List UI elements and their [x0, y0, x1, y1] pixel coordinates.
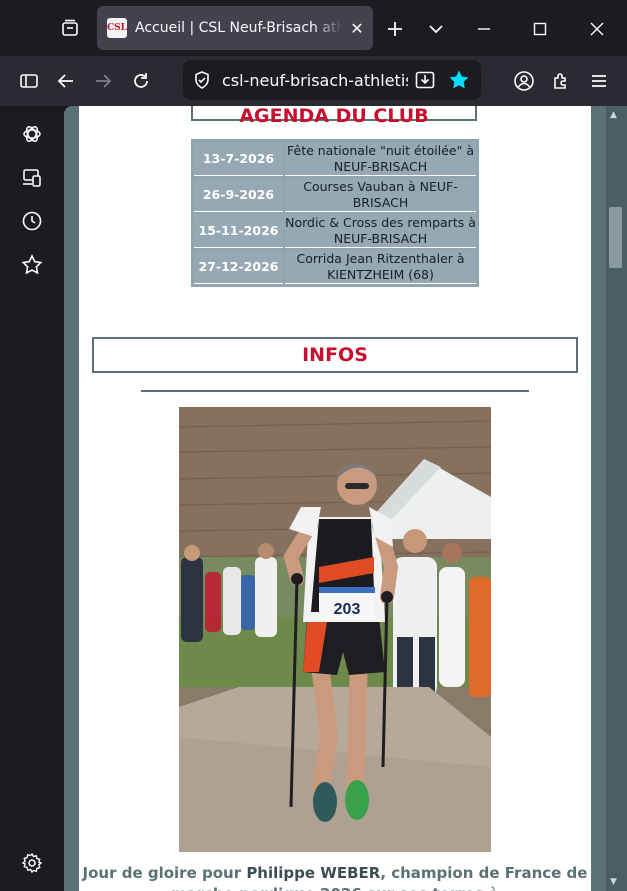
agenda-date: 26-9-2026: [194, 178, 283, 212]
horizontal-divider: [141, 390, 529, 392]
scroll-thumb[interactable]: [609, 207, 622, 268]
navigation-toolbar: csl-neuf-brisach-athletisme.fr: [0, 56, 627, 106]
scroll-down-icon[interactable]: ▼: [610, 877, 617, 887]
reload-icon[interactable]: [129, 69, 153, 93]
tab-close-icon[interactable]: ✕: [347, 19, 367, 38]
extensions-icon[interactable]: [549, 69, 573, 93]
history-icon[interactable]: [20, 209, 44, 233]
scroll-up-icon[interactable]: ▲: [610, 110, 617, 120]
tab-title: Accueil | CSL Neuf-Brisach athlétisme: [135, 20, 343, 36]
agenda-row: 26-9-2026 Courses Vauban à NEUF-BRISACH: [194, 178, 476, 212]
ai-chatbot-icon[interactable]: [20, 122, 44, 146]
agenda-event: Fête nationale "nuit étoilée" à NEUF-BRI…: [285, 142, 476, 176]
download-page-icon[interactable]: [414, 69, 436, 91]
infos-heading: INFOS: [302, 344, 368, 366]
agenda-event: Courses Vauban à NEUF-BRISACH: [285, 178, 476, 212]
web-content: AGENDA DU CLUB 13-7-2026 Fête nationale …: [64, 106, 627, 891]
agenda-date: 27-12-2026: [194, 250, 283, 284]
synced-tabs-icon[interactable]: [20, 166, 44, 190]
agenda-heading-box: AGENDA DU CLUB: [191, 106, 477, 126]
url-bar[interactable]: csl-neuf-brisach-athletisme.fr: [183, 60, 481, 100]
tab-manager-icon[interactable]: [58, 16, 82, 40]
bookmark-star-icon[interactable]: [448, 69, 470, 91]
forward-icon[interactable]: [91, 69, 115, 93]
bookmarks-icon[interactable]: [20, 253, 44, 277]
agenda-row: 15-11-2026 Nordic & Cross des remparts à…: [194, 214, 476, 248]
window-close-icon[interactable]: [586, 18, 608, 40]
menu-icon[interactable]: [587, 69, 611, 93]
back-icon[interactable]: [54, 69, 78, 93]
page-body: AGENDA DU CLUB 13-7-2026 Fête nationale …: [79, 106, 591, 891]
sidebar-toggle-icon[interactable]: [17, 69, 41, 93]
sidebar: [0, 106, 64, 891]
caption-name: Philippe WEBER: [246, 864, 381, 882]
tab-strip: CSL Accueil | CSL Neuf-Brisach athlétism…: [0, 0, 627, 56]
account-icon[interactable]: [512, 69, 536, 93]
caption-prefix: Jour de gloire pour: [82, 864, 247, 882]
agenda-event: Nordic & Cross des remparts à NEUF-BRISA…: [285, 214, 476, 248]
new-tab-icon[interactable]: [384, 18, 406, 40]
infos-heading-box: INFOS: [92, 337, 578, 373]
site-favicon: CSL: [107, 18, 127, 38]
url-text[interactable]: csl-neuf-brisach-athletisme.fr: [222, 71, 408, 90]
scrollbar[interactable]: ▲ ▼: [606, 106, 627, 891]
bib-number: 203: [334, 601, 361, 618]
maximize-icon[interactable]: [529, 18, 551, 40]
news-photo[interactable]: 203: [179, 407, 491, 852]
browser-window: CSL Accueil | CSL Neuf-Brisach athlétism…: [0, 0, 627, 891]
agenda-date: 15-11-2026: [194, 214, 283, 248]
agenda-heading: AGENDA DU CLUB: [239, 106, 429, 127]
photo-caption: Jour de gloire pour Philippe WEBER, cham…: [79, 863, 591, 891]
agenda-table: 13-7-2026 Fête nationale "nuit étoilée" …: [191, 139, 479, 287]
tab-list-icon[interactable]: [425, 18, 447, 40]
active-tab[interactable]: CSL Accueil | CSL Neuf-Brisach athlétism…: [97, 6, 373, 50]
minimize-icon[interactable]: [473, 18, 495, 40]
agenda-date: 13-7-2026: [194, 142, 283, 176]
settings-icon[interactable]: [20, 851, 44, 875]
site-security-icon[interactable]: [192, 70, 212, 90]
agenda-row: 27-12-2026 Corrida Jean Ritzenthaler à K…: [194, 250, 476, 284]
agenda-event: Corrida Jean Ritzenthaler à KIENTZHEIM (…: [285, 250, 476, 284]
agenda-row: 13-7-2026 Fête nationale "nuit étoilée" …: [194, 142, 476, 176]
